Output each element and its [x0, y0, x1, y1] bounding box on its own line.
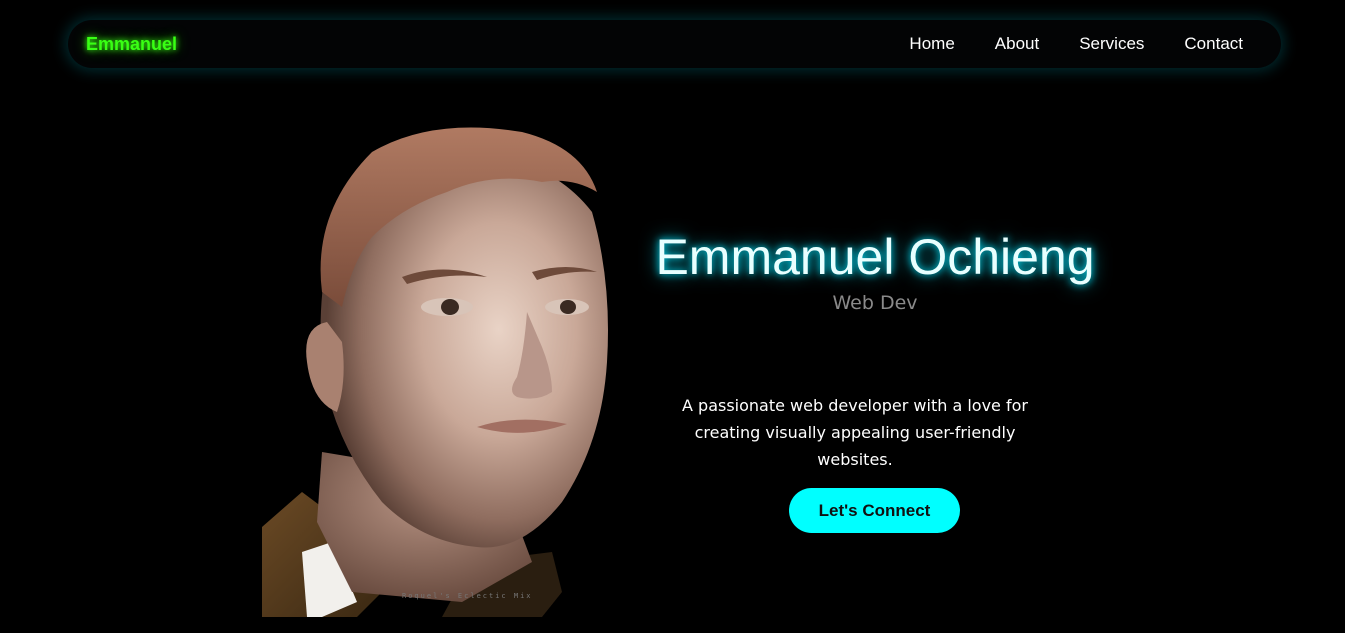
- nav-link-home[interactable]: Home: [909, 34, 954, 54]
- page: Emmanuel Home About Services Contact Roq…: [0, 0, 1345, 633]
- nav-link-contact[interactable]: Contact: [1184, 34, 1243, 54]
- nav-link-about[interactable]: About: [995, 34, 1039, 54]
- hero-role: Web Dev: [832, 292, 918, 314]
- navbar: Emmanuel Home About Services Contact: [68, 20, 1281, 68]
- nav-link-services[interactable]: Services: [1079, 34, 1144, 54]
- brand-logo[interactable]: Emmanuel: [86, 34, 177, 55]
- svg-text:Roquel's Eclectic Mix: Roquel's Eclectic Mix: [402, 592, 533, 600]
- hero-name: Emmanuel Ochieng: [655, 229, 1095, 285]
- nav-links: Home About Services Contact: [909, 34, 1243, 54]
- portrait-image: Roquel's Eclectic Mix: [262, 127, 608, 617]
- lets-connect-button[interactable]: Let's Connect: [789, 488, 960, 533]
- hero-description: A passionate web developer with a love f…: [682, 396, 1028, 469]
